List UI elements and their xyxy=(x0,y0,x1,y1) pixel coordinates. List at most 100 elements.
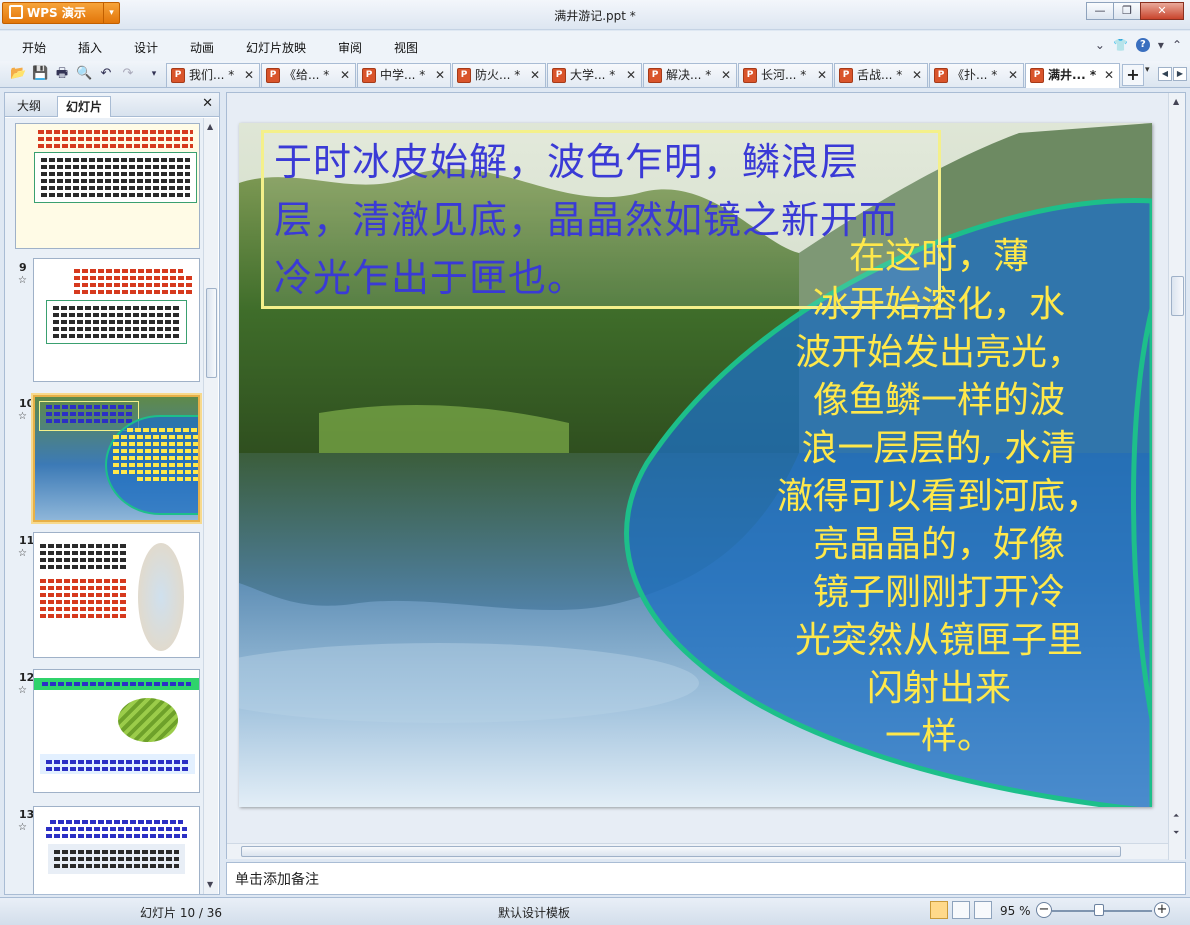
tab-scroll-left-icon[interactable]: ◀ xyxy=(1158,67,1172,81)
animation-star-icon: ☆ xyxy=(18,275,27,286)
close-tab-icon[interactable]: ✕ xyxy=(244,64,254,86)
tab-doc-8[interactable]: P 舌战... * ✕ xyxy=(834,63,928,87)
tab-doc-9[interactable]: P 《扑... * ✕ xyxy=(929,63,1024,87)
print-icon[interactable]: 🖶 xyxy=(54,66,70,82)
ppt-file-icon: P xyxy=(552,68,566,83)
template-name: 默认设计模板 xyxy=(498,906,571,920)
ppt-file-icon: P xyxy=(1030,68,1044,83)
save-icon[interactable]: 💾 xyxy=(32,66,48,82)
tab-outline[interactable]: 大纲 xyxy=(9,96,49,117)
ppt-file-icon: P xyxy=(743,68,757,83)
menu-home[interactable]: 开始 xyxy=(22,39,46,56)
next-slide-icon[interactable]: ⏷ xyxy=(1173,828,1179,838)
animation-star-icon: ☆ xyxy=(18,822,27,833)
menu-slideshow[interactable]: 幻灯片放映 xyxy=(246,39,306,56)
tab-scroll-right-icon[interactable]: ▶ xyxy=(1173,67,1187,81)
scroll-up-icon[interactable]: ▲ xyxy=(207,122,213,131)
close-tab-icon[interactable]: ✕ xyxy=(721,64,731,86)
tab-doc-7[interactable]: P 长河... * ✕ xyxy=(738,63,833,87)
close-tab-icon[interactable]: ✕ xyxy=(1104,64,1114,86)
slide-thumbnail[interactable] xyxy=(33,258,200,382)
ppt-file-icon: P xyxy=(839,68,853,83)
tab-slides[interactable]: 幻灯片 xyxy=(57,96,112,117)
slide-counter: 幻灯片 10 / 36 xyxy=(140,906,223,920)
zoom-slider-handle[interactable] xyxy=(1094,904,1104,916)
editor-vertical-scrollbar[interactable]: ▲ ⏶ ⏷ xyxy=(1168,93,1185,860)
ppt-file-icon: P xyxy=(934,68,948,83)
thumbnail-list: 8 ☆ 9 ☆ 10 ☆ xyxy=(5,118,203,894)
slide-sorter-icon[interactable] xyxy=(952,901,970,919)
slide-thumbnail[interactable] xyxy=(15,123,200,249)
slide-thumbnail[interactable] xyxy=(33,532,200,658)
previous-slide-icon[interactable]: ⏶ xyxy=(1173,811,1179,821)
document-tab-bar: 📂 💾 🖶 🔍 ↶ ↷ ▾ P 我们... * ✕ P 《给... * ✕ P 中学...… xyxy=(0,61,1190,88)
menu-animation[interactable]: 动画 xyxy=(190,39,214,56)
close-tab-icon[interactable]: ✕ xyxy=(1008,64,1018,86)
close-tab-icon[interactable]: ✕ xyxy=(530,64,540,86)
tab-doc-2[interactable]: P 《给... * ✕ xyxy=(261,63,356,87)
undo-icon[interactable]: ↶ xyxy=(98,66,114,82)
help-icon[interactable]: ? xyxy=(1135,38,1150,52)
tab-doc-active[interactable]: P 满井... * ✕ xyxy=(1025,63,1120,88)
customize-toolbar-icon[interactable]: ▾ xyxy=(146,66,162,82)
tab-list-dropdown-icon[interactable]: ▾ xyxy=(1145,65,1155,75)
close-tab-icon[interactable]: ✕ xyxy=(817,64,827,86)
restore-button[interactable]: ❐ xyxy=(1113,2,1141,20)
ppt-file-icon: P xyxy=(648,68,662,83)
slide-thumbnail[interactable] xyxy=(33,806,200,894)
animation-star-icon: ☆ xyxy=(18,411,27,422)
tab-doc-3[interactable]: P 中学... * ✕ xyxy=(357,63,451,87)
field-illustration xyxy=(118,698,178,742)
help-dropdown-icon[interactable]: ▾ xyxy=(1158,38,1164,52)
open-icon[interactable]: 📂 xyxy=(10,66,26,82)
slide-thumbnail-selected[interactable] xyxy=(33,395,200,522)
zoom-in-icon[interactable]: + xyxy=(1154,902,1170,918)
close-panel-icon[interactable]: ✕ xyxy=(202,96,213,111)
menu-bar: 开始 插入 设计 动画 幻灯片放映 审阅 视图 ⌄ 👕 ? ▾ ⌃ xyxy=(0,31,1190,61)
close-tab-icon[interactable]: ✕ xyxy=(340,64,350,86)
title-bar: WPS 演示 ▾ 满井游记.ppt * — ❐ ✕ xyxy=(0,0,1190,30)
menu-review[interactable]: 审阅 xyxy=(338,39,362,56)
figure-illustration xyxy=(138,543,184,651)
zoom-level: 95 % xyxy=(1000,904,1031,918)
scroll-thumb[interactable] xyxy=(1171,276,1184,316)
tab-doc-5[interactable]: P 大学... * ✕ xyxy=(547,63,642,87)
skin-icon[interactable]: 👕 xyxy=(1113,38,1128,52)
ppt-file-icon: P xyxy=(266,68,280,83)
ppt-file-icon: P xyxy=(457,68,471,83)
close-tab-icon[interactable]: ✕ xyxy=(912,64,922,86)
menu-insert[interactable]: 插入 xyxy=(78,39,102,56)
editor-horizontal-scrollbar[interactable] xyxy=(227,843,1168,859)
tab-doc-4[interactable]: P 防火... * ✕ xyxy=(452,63,546,87)
close-tab-icon[interactable]: ✕ xyxy=(626,64,636,86)
scroll-up-icon[interactable]: ▲ xyxy=(1173,97,1179,106)
more-icon[interactable]: ⌃ xyxy=(1172,38,1182,52)
notes-area[interactable]: 单击添加备注 xyxy=(226,862,1186,895)
tab-doc-1[interactable]: P 我们... * ✕ xyxy=(166,63,260,87)
menu-view[interactable]: 视图 xyxy=(394,39,418,56)
slide-number: 9 xyxy=(19,261,27,274)
ppt-file-icon: P xyxy=(362,68,376,83)
scroll-thumb[interactable] xyxy=(206,288,217,378)
normal-view-icon[interactable] xyxy=(930,901,948,919)
new-tab-button[interactable]: + xyxy=(1122,64,1144,86)
collapse-ribbon-icon[interactable]: ⌄ xyxy=(1095,38,1105,52)
close-tab-icon[interactable]: ✕ xyxy=(435,64,445,86)
tab-doc-6[interactable]: P 解决... * ✕ xyxy=(643,63,737,87)
translation-text-box[interactable]: 在这时，薄 冰开始溶化，水 波开始发出亮光， 像鱼鳞一样的波 浪一层层的, 水清… xyxy=(759,233,1119,761)
panel-scrollbar[interactable]: ▲ ▼ xyxy=(203,118,218,894)
slideshow-icon[interactable] xyxy=(974,901,992,919)
close-button[interactable]: ✕ xyxy=(1140,2,1184,20)
status-bar: 幻灯片 10 / 36 默认设计模板 95 % − + xyxy=(0,897,1190,925)
print-preview-icon[interactable]: 🔍 xyxy=(76,66,92,82)
animation-star-icon: ☆ xyxy=(18,685,27,696)
minimize-button[interactable]: — xyxy=(1086,2,1114,20)
slide-thumbnail[interactable] xyxy=(33,669,200,793)
scroll-thumb[interactable] xyxy=(241,846,1121,857)
window-title: 满井游记.ppt * xyxy=(554,9,636,23)
redo-icon[interactable]: ↷ xyxy=(120,66,136,82)
menu-design[interactable]: 设计 xyxy=(134,39,158,56)
scroll-down-icon[interactable]: ▼ xyxy=(207,880,213,889)
slide-canvas[interactable]: 于时冰皮始解，波色乍明，鳞浪层层，清澈见底，晶晶然如镜之新开而冷光乍出于匣也。 … xyxy=(239,123,1152,807)
zoom-out-icon[interactable]: − xyxy=(1036,902,1052,918)
